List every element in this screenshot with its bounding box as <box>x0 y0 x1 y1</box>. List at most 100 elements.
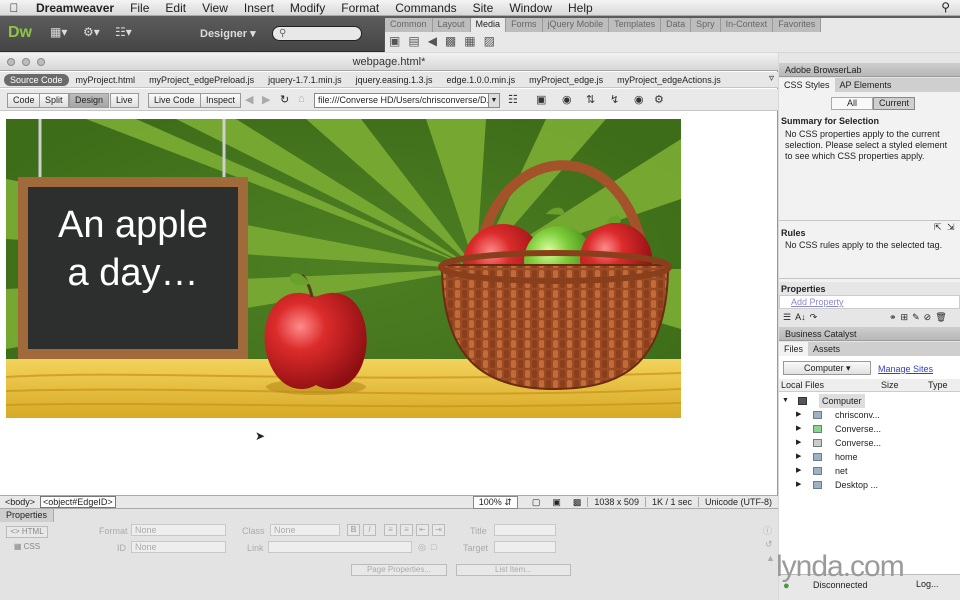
preview-browser-icon[interactable]: ◉ <box>562 93 572 106</box>
code-view-button[interactable]: Code <box>7 93 41 108</box>
inspect-button[interactable]: Inspect <box>200 93 242 108</box>
minimize-window-button[interactable] <box>22 58 30 66</box>
menu-modify[interactable]: Modify <box>282 1 333 15</box>
tab-templates[interactable]: Templates <box>609 18 662 32</box>
back-icon[interactable]: ◀ <box>245 93 253 106</box>
edge-animate-icon[interactable]: ▣ <box>389 34 400 48</box>
live-code-button[interactable]: Live Code <box>148 93 201 108</box>
tab-common[interactable]: Common <box>385 18 433 32</box>
collapsed-arrow-icon[interactable]: ▶ <box>796 408 801 422</box>
multiscreen-icon[interactable]: ▣ <box>536 93 546 106</box>
close-window-button[interactable] <box>7 58 15 66</box>
tab-assets[interactable]: Assets <box>808 342 845 356</box>
quick-tag-icon[interactable]: ↺ <box>765 539 773 550</box>
divider[interactable] <box>779 278 960 282</box>
w3c-validation-icon[interactable]: ⇅ <box>586 93 595 106</box>
collapsed-arrow-icon[interactable]: ▶ <box>796 422 801 436</box>
category-view-icon[interactable]: ☰ <box>783 312 791 323</box>
format-select[interactable]: None <box>131 524 226 536</box>
refresh-design-icon[interactable]: ⚙ <box>654 93 664 106</box>
menu-site[interactable]: Site <box>465 1 502 15</box>
tab-forms[interactable]: Forms <box>506 18 543 32</box>
delete-rule-icon[interactable]: 🗑 <box>935 312 946 323</box>
new-rule-icon[interactable]: ⊞ <box>901 312 909 323</box>
html-mode-button[interactable]: <> HTML <box>6 526 48 538</box>
menu-file[interactable]: File <box>122 1 157 15</box>
disable-rule-icon[interactable]: ⊘ <box>924 312 932 323</box>
menu-view[interactable]: View <box>194 1 236 15</box>
gear-icon[interactable]: ⚙▾ <box>83 25 100 39</box>
zoom-window-button[interactable] <box>37 58 45 66</box>
expand-icon[interactable]: ▲ <box>766 553 775 563</box>
file-tree-item[interactable]: ▶ Converse... <box>779 436 960 450</box>
tab-favorites[interactable]: Favorites <box>773 18 822 32</box>
site-location-select[interactable]: Computer ▾ <box>783 361 871 375</box>
related-file[interactable]: edge.1.0.0.min.js <box>440 75 523 85</box>
current-mode-button[interactable]: Current <box>873 97 915 110</box>
chevron-down-icon[interactable]: ▼ <box>488 93 500 108</box>
link-input[interactable] <box>268 541 412 553</box>
tab-files[interactable]: Files <box>779 342 809 356</box>
menu-edit[interactable]: Edit <box>157 1 194 15</box>
bold-button[interactable]: B <box>347 524 360 536</box>
all-mode-button[interactable]: All <box>831 97 873 110</box>
ordered-list-icon[interactable]: ≡ <box>400 524 413 536</box>
browse-folder-icon[interactable]: □ <box>431 542 436 552</box>
alpha-sort-icon[interactable]: A↓ <box>795 312 806 323</box>
file-tree-item[interactable]: ▼ Computer <box>779 394 960 408</box>
tab-in-context[interactable]: In-Context <box>721 18 774 32</box>
plugin-icon[interactable]: ▩ <box>445 34 456 48</box>
file-tree-item[interactable]: ▶ home <box>779 450 960 464</box>
point-to-file-icon[interactable]: ◎ <box>418 542 426 553</box>
edge-animate-stage[interactable]: An apple a day… <box>6 119 681 418</box>
related-file-source[interactable]: Source Code <box>4 73 69 86</box>
expanded-arrow-icon[interactable]: ▼ <box>782 394 789 408</box>
manage-sites-link[interactable]: Manage Sites <box>878 364 933 374</box>
collapsed-arrow-icon[interactable]: ▶ <box>796 450 801 464</box>
video-icon[interactable]: ▦ <box>464 34 475 48</box>
col-local-files[interactable]: Local Files <box>781 379 824 392</box>
menu-window[interactable]: Window <box>501 1 560 15</box>
help-icon[interactable]: ⓘ <box>763 524 772 537</box>
show-cascade-icon[interactable]: ⇲ <box>947 222 955 233</box>
menu-commands[interactable]: Commands <box>387 1 464 15</box>
collapsed-arrow-icon[interactable]: ▶ <box>796 478 801 492</box>
file-tree-item[interactable]: ▶ chrisconv... <box>779 408 960 422</box>
outdent-icon[interactable]: ⇤ <box>416 524 429 536</box>
param-icon[interactable]: ▨ <box>484 34 495 48</box>
edit-rule-icon[interactable]: ✎ <box>912 312 920 323</box>
file-tree-item[interactable]: ▶ Converse... <box>779 422 960 436</box>
set-properties-icon[interactable]: ↷ <box>810 312 818 323</box>
spotlight-search-icon[interactable]: ⚲ <box>941 0 950 14</box>
window-size[interactable]: 1038 x 509 <box>587 497 645 507</box>
page-properties-button[interactable]: Page Properties... <box>351 564 447 576</box>
css-mode-button[interactable]: ▦ CSS <box>6 542 48 554</box>
site-tree-icon[interactable]: ☷▾ <box>115 25 132 39</box>
tab-jquery-mobile[interactable]: jQuery Mobile <box>543 18 610 32</box>
file-management-icon[interactable]: ☷ <box>508 93 518 106</box>
add-property-link[interactable]: Add Property <box>791 297 844 307</box>
browserlab-panel-header[interactable]: Adobe BrowserLab <box>779 63 960 77</box>
related-file[interactable]: myProject_edgeActions.js <box>610 75 728 85</box>
related-file[interactable]: jquery.easing.1.3.js <box>349 75 440 85</box>
hand-tool-icon[interactable]: ▣ <box>546 497 567 508</box>
indent-icon[interactable]: ⇥ <box>432 524 445 536</box>
collapsed-arrow-icon[interactable]: ▶ <box>796 464 801 478</box>
show-information-icon[interactable]: ⇱ <box>934 222 942 233</box>
id-select[interactable]: None <box>131 541 226 553</box>
title-input[interactable] <box>494 524 556 536</box>
audio-icon[interactable]: ◀ <box>428 34 437 48</box>
tab-css-styles[interactable]: CSS Styles <box>779 78 835 92</box>
swf-icon[interactable]: ▤ <box>408 34 419 48</box>
apple-icon[interactable]:  <box>0 1 28 15</box>
menu-format[interactable]: Format <box>333 1 387 15</box>
col-type[interactable]: Type <box>928 379 948 392</box>
divider[interactable] <box>779 220 960 224</box>
unordered-list-icon[interactable]: ≡ <box>384 524 397 536</box>
col-size[interactable]: Size <box>881 379 899 392</box>
collapsed-arrow-icon[interactable]: ▶ <box>796 436 801 450</box>
live-view-button[interactable]: Live <box>110 93 139 108</box>
file-tree-item[interactable]: ▶ Desktop ... <box>779 478 960 492</box>
related-file[interactable]: myProject_edge.js <box>522 75 610 85</box>
tab-layout[interactable]: Layout <box>433 18 471 32</box>
